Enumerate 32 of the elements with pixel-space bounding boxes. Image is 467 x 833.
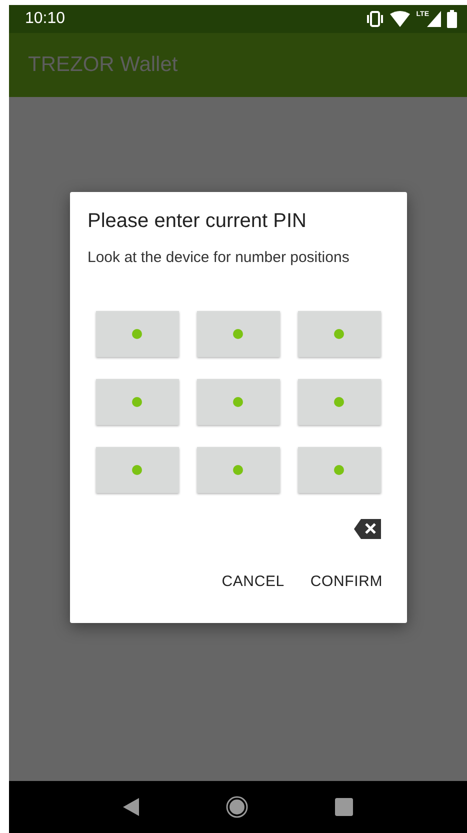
app-title: TREZOR Wallet [28, 53, 178, 77]
home-icon[interactable] [226, 796, 248, 818]
backspace-icon[interactable] [354, 519, 382, 539]
status-time: 10:10 [25, 10, 66, 28]
dialog-message: Look at the device for number positions [88, 249, 350, 266]
recents-icon[interactable] [335, 798, 354, 816]
dot-icon [233, 465, 243, 475]
battery-icon [447, 10, 457, 28]
pin-key[interactable] [96, 379, 178, 425]
pin-key[interactable] [196, 311, 280, 357]
pin-key[interactable] [298, 447, 380, 493]
dot-icon [334, 465, 344, 475]
vibrate-icon [366, 11, 384, 27]
pin-key[interactable] [196, 447, 280, 493]
pin-key[interactable] [298, 379, 380, 425]
dot-icon [334, 329, 344, 339]
dialog-title: Please enter current PIN [88, 210, 308, 233]
dot-icon [233, 329, 243, 339]
dot-icon [334, 397, 344, 407]
back-icon[interactable] [122, 798, 139, 816]
pin-key[interactable] [298, 311, 380, 357]
wifi-icon [390, 11, 410, 27]
signal-icon [427, 11, 441, 27]
pin-key[interactable] [196, 379, 280, 425]
dialog-button[interactable]: CANCEL [214, 565, 292, 598]
dialog-button[interactable]: CONFIRM [302, 565, 390, 598]
dot-icon [132, 397, 142, 407]
pin-key[interactable] [96, 311, 178, 357]
dot-icon [132, 329, 142, 339]
pin-key[interactable] [96, 447, 178, 493]
dot-icon [233, 397, 243, 407]
dot-icon [132, 465, 142, 475]
